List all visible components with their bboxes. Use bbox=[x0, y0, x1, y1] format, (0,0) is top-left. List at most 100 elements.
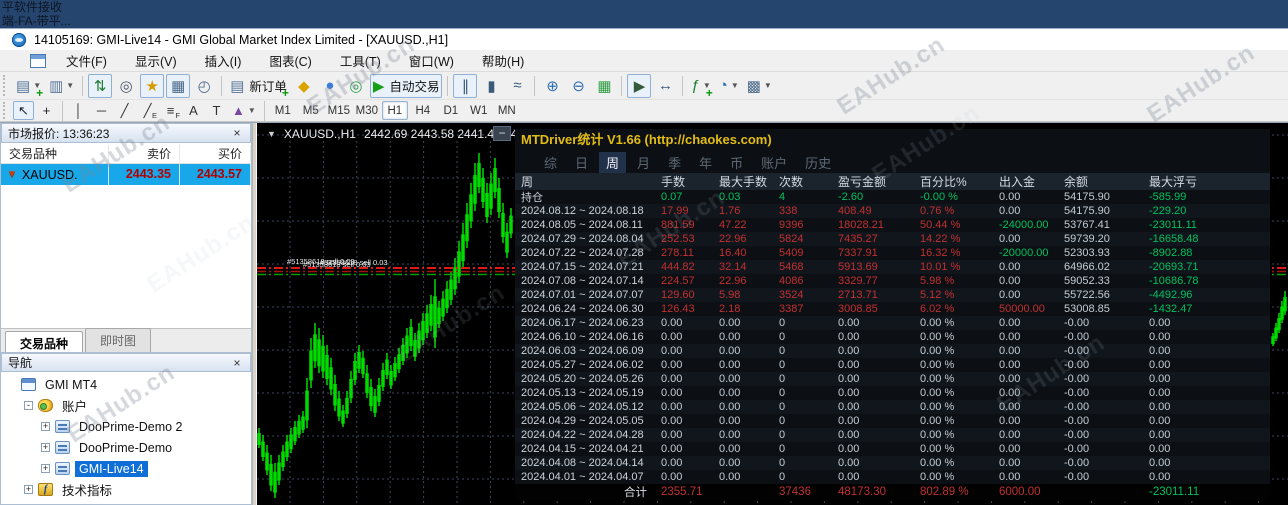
tree-item-dooprime-demo-2[interactable]: + DooPrime-Demo 2 bbox=[1, 416, 251, 437]
strategy-tester-button[interactable]: ◴ bbox=[192, 74, 216, 98]
menu-item[interactable]: 文件(F) bbox=[52, 49, 121, 72]
timeframe-h4[interactable]: H4 bbox=[410, 101, 436, 120]
stats-cell: 0.00 bbox=[661, 471, 683, 483]
toolbar-grip[interactable] bbox=[3, 102, 8, 119]
market-watch-toggle[interactable]: ⇅ bbox=[88, 73, 113, 98]
menu-item[interactable]: 图表(C) bbox=[255, 49, 325, 72]
stats-tab-月[interactable]: 月 bbox=[630, 152, 657, 173]
metaeditor-button[interactable]: ◆ bbox=[292, 74, 316, 98]
candlestick-type-button[interactable]: ▮ bbox=[479, 74, 503, 98]
cursor-tool[interactable]: ↖ bbox=[13, 101, 34, 120]
expand-icon[interactable]: + bbox=[41, 443, 50, 452]
profiles-icon: ▥ bbox=[49, 77, 64, 95]
terminal-toggle[interactable]: ▦ bbox=[166, 73, 191, 98]
crosshair-tool[interactable]: + bbox=[36, 101, 57, 120]
text-label-tool[interactable]: T bbox=[206, 101, 227, 120]
timeframe-d1[interactable]: D1 bbox=[438, 101, 464, 120]
timeframe-m1[interactable]: M1 bbox=[270, 101, 296, 120]
fibonacci-tool[interactable]: ≡ F bbox=[160, 101, 181, 120]
stats-tab-币[interactable]: 币 bbox=[723, 152, 750, 173]
stats-cell: 0.00 % bbox=[920, 457, 955, 469]
tree-item-技术指标[interactable]: + f 技术指标 bbox=[1, 479, 251, 500]
tree-item-gmi-mt4[interactable]: GMI MT4 bbox=[1, 374, 251, 395]
stats-tab-账户[interactable]: 账户 bbox=[754, 152, 794, 173]
timeframe-w1[interactable]: W1 bbox=[466, 101, 492, 120]
data-window-button[interactable]: ◎ bbox=[114, 74, 138, 98]
zoom-in-button[interactable]: ⊕ bbox=[540, 74, 564, 98]
dropdown-arrow-icon[interactable]: ▼ bbox=[764, 81, 772, 90]
stats-tab-季[interactable]: 季 bbox=[661, 152, 688, 173]
stats-cell: 0.00 bbox=[999, 359, 1021, 371]
stats-cell: 0.00 bbox=[1149, 359, 1171, 371]
menu-item[interactable]: 窗口(W) bbox=[395, 49, 468, 72]
trendline-tool[interactable]: ╱ bbox=[114, 101, 135, 120]
stats-cell: -0.00 bbox=[1064, 401, 1090, 413]
stats-cell: 59739.20 bbox=[1064, 233, 1110, 245]
stats-tab-年[interactable]: 年 bbox=[692, 152, 719, 173]
expand-icon[interactable]: + bbox=[41, 464, 50, 473]
autotrading-button[interactable]: ▶ 自动交易 bbox=[369, 73, 443, 98]
bar-chart-type-button[interactable]: ∥ bbox=[453, 73, 478, 98]
market-watch-tab-交易品种[interactable]: 交易品种 bbox=[5, 331, 84, 352]
column-ask[interactable]: 买价 bbox=[180, 144, 251, 162]
column-bid[interactable]: 卖价 bbox=[109, 144, 180, 162]
text-tool[interactable]: A bbox=[183, 101, 204, 120]
menu-item[interactable]: 帮助(H) bbox=[468, 49, 538, 72]
menu-item[interactable]: 插入(I) bbox=[191, 49, 256, 72]
navigator-titlebar[interactable]: 导航 × bbox=[1, 353, 251, 372]
periods-button[interactable]: ◔ ▼ bbox=[716, 74, 742, 98]
close-icon[interactable]: × bbox=[230, 126, 244, 140]
expand-icon[interactable]: + bbox=[24, 485, 33, 494]
toolbar-grip[interactable] bbox=[3, 74, 8, 97]
channel-tool[interactable]: ╱ E bbox=[137, 101, 158, 120]
timeframe-m5[interactable]: M5 bbox=[298, 101, 324, 120]
profiles-button[interactable]: ▥ ▼ bbox=[46, 74, 77, 98]
timeframe-m15[interactable]: M15 bbox=[326, 101, 352, 120]
close-icon[interactable]: × bbox=[230, 356, 244, 370]
tree-item-账户[interactable]: - 账户 bbox=[1, 395, 251, 416]
templates-button[interactable]: ▩ ▼ bbox=[744, 74, 775, 98]
new-order-button[interactable]: ▤ + 新订单 bbox=[227, 74, 290, 99]
timeframe-h1[interactable]: H1 bbox=[381, 101, 408, 120]
vertical-line-tool[interactable]: │ bbox=[68, 101, 89, 120]
chart-shift-toggle[interactable]: ↔ bbox=[653, 74, 677, 98]
mql-community-button[interactable]: ● bbox=[318, 74, 342, 98]
stats-tab-综[interactable]: 综 bbox=[537, 152, 564, 173]
stats-tab-日[interactable]: 日 bbox=[568, 152, 595, 173]
horizontal-line-tool[interactable]: ─ bbox=[91, 101, 112, 120]
tree-item-dooprime-demo[interactable]: + DooPrime-Demo bbox=[1, 437, 251, 458]
column-symbol[interactable]: 交易品种 bbox=[1, 144, 109, 162]
line-chart-type-button[interactable]: ≈ bbox=[505, 74, 529, 98]
arrows-tool[interactable]: ▲ ▼ bbox=[229, 101, 259, 120]
menu-item[interactable]: 工具(T) bbox=[326, 49, 395, 72]
zoom-out-button[interactable]: ⊖ bbox=[566, 74, 590, 98]
menu-item[interactable]: 显示(V) bbox=[121, 49, 191, 72]
expand-icon[interactable]: + bbox=[41, 422, 50, 431]
new-order-icon: ▤ bbox=[230, 77, 245, 95]
dropdown-arrow-icon[interactable]: ▼ bbox=[66, 81, 74, 90]
timeframe-m30[interactable]: M30 bbox=[354, 101, 380, 120]
arrange-windows-button[interactable]: ▦ bbox=[592, 74, 616, 98]
stats-tab-周[interactable]: 周 bbox=[599, 151, 627, 173]
window-titlebar[interactable]: 14105169: GMI-Live14 - GMI Global Market… bbox=[0, 28, 1288, 50]
stats-cell: 0.00 % bbox=[920, 443, 955, 455]
market-watch-row[interactable]: ▼ XAUUSD. 2443.35 2443.57 bbox=[1, 164, 251, 185]
new-chart-button[interactable]: ▤ + ▼ bbox=[13, 74, 44, 99]
dropdown-arrow-icon[interactable]: ▼ bbox=[248, 106, 256, 115]
market-watch-tab-即时图[interactable]: 即时图 bbox=[85, 328, 152, 352]
collapse-icon[interactable]: - bbox=[24, 401, 33, 410]
tree-item-gmi-live14[interactable]: + GMI-Live14 bbox=[1, 458, 251, 479]
chart-minimize-button[interactable]: − bbox=[493, 126, 511, 141]
stats-cell: -0.00 bbox=[1064, 373, 1090, 385]
timeframe-mn[interactable]: MN bbox=[494, 101, 520, 120]
tree-item-ea交易[interactable]: +EA交易 bbox=[1, 500, 251, 504]
navigator-toggle[interactable]: ★ bbox=[140, 73, 165, 98]
indicators-button[interactable]: ƒ + ▼ bbox=[688, 74, 713, 99]
sounds-button[interactable]: ◎ bbox=[344, 74, 368, 98]
chart-window[interactable]: #51358618 sell 0.03 #51358618 sell 0.03 #5… bbox=[257, 123, 1288, 505]
market-watch-titlebar[interactable]: 市场报价: 13:36:23 × bbox=[1, 123, 251, 143]
chevron-down-icon[interactable]: ▼ bbox=[267, 129, 276, 139]
dropdown-arrow-icon[interactable]: ▼ bbox=[731, 81, 739, 90]
auto-scroll-toggle[interactable]: ▶ bbox=[627, 73, 652, 98]
stats-tab-历史[interactable]: 历史 bbox=[798, 152, 838, 173]
